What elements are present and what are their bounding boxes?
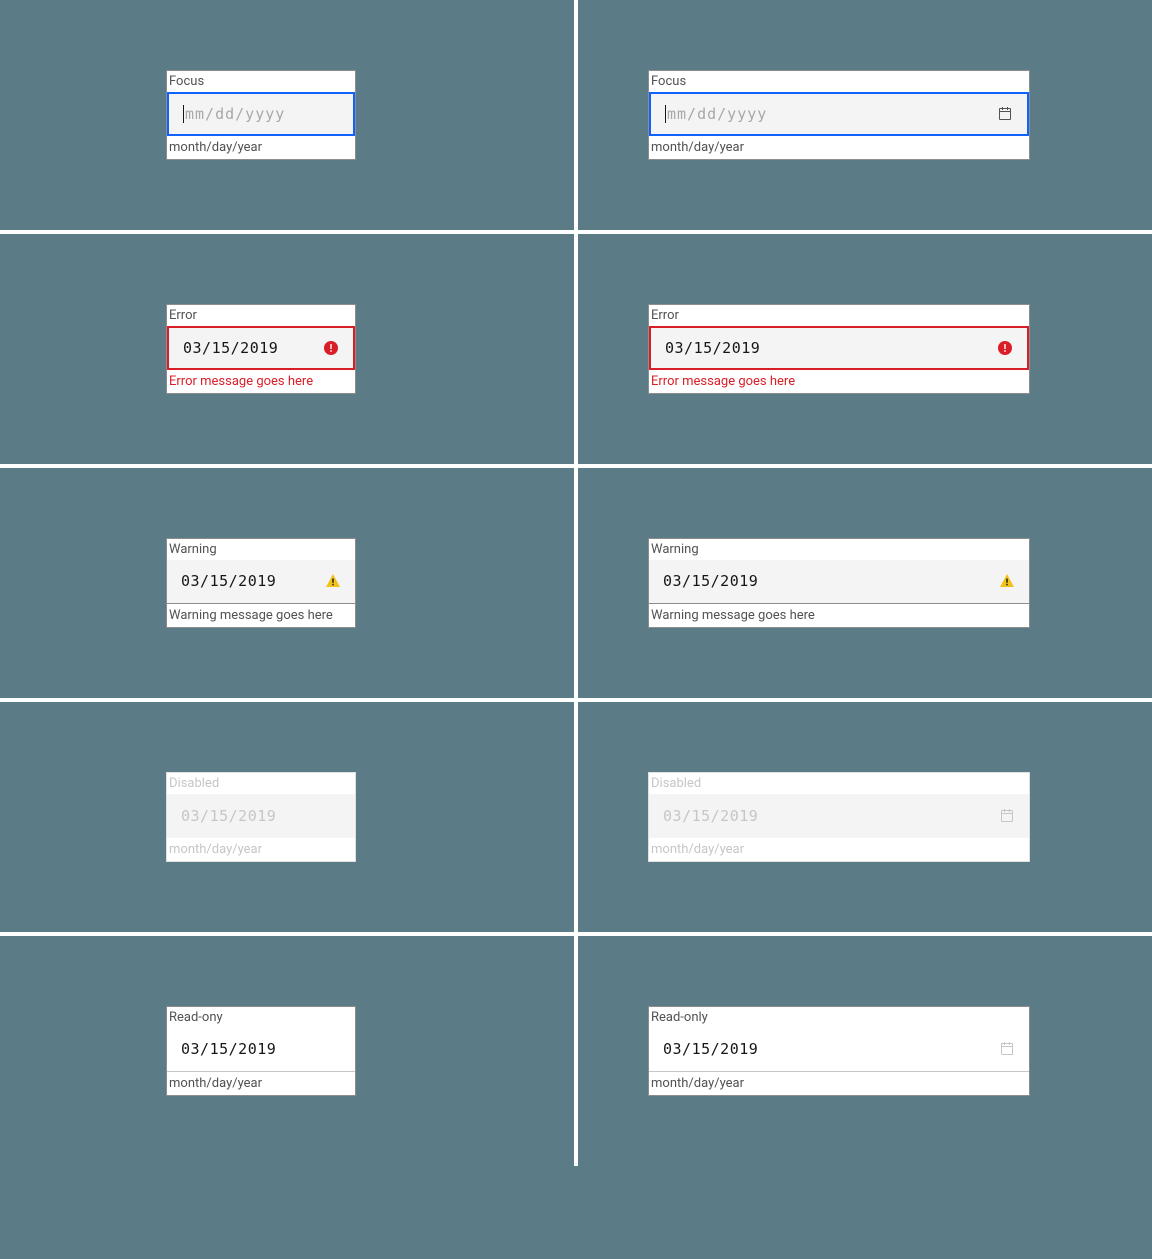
date-input-warning-narrow: Warning 03/15/2019 Warning message goes … <box>166 538 356 629</box>
calendar-icon <box>999 1041 1015 1057</box>
field-label: Read-ony <box>167 1007 355 1028</box>
date-input[interactable]: 03/15/2019 <box>167 326 355 370</box>
field-label: Warning <box>167 539 355 560</box>
field-label: Error <box>167 305 355 326</box>
date-input-readonly-wide: Read-only 03/15/2019 month/day/year <box>648 1006 1030 1097</box>
date-input[interactable]: mm/dd/yyyy <box>649 92 1029 136</box>
input-value: 03/15/2019 <box>663 807 989 825</box>
cell-warning-wide: Warning 03/15/2019 Warning message goes … <box>578 468 1152 698</box>
field-label: Focus <box>649 71 1029 92</box>
helper-text: month/day/year <box>649 136 1029 160</box>
error-message: Error message goes here <box>167 370 355 394</box>
helper-text: month/day/year <box>167 1072 355 1096</box>
date-input-error-narrow: Error 03/15/2019 Error message goes here <box>166 304 356 395</box>
field-label: Focus <box>167 71 355 92</box>
field-label: Warning <box>649 539 1029 560</box>
helper-text: month/day/year <box>167 838 355 862</box>
error-filled-icon <box>997 340 1013 356</box>
input-value: 03/15/2019 <box>663 1040 989 1058</box>
states-grid: Focus mm/dd/yyyy month/day/year Focus mm… <box>0 0 1152 1166</box>
helper-text: month/day/year <box>649 1072 1029 1096</box>
cell-disabled-wide: Disabled 03/15/2019 month/day/year <box>578 702 1152 932</box>
error-filled-icon <box>323 340 339 356</box>
date-input-focus-wide: Focus mm/dd/yyyy month/day/year <box>648 70 1030 161</box>
cell-focus-wide: Focus mm/dd/yyyy month/day/year <box>578 0 1152 230</box>
date-input[interactable]: 03/15/2019 <box>167 560 355 604</box>
input-value: 03/15/2019 <box>665 339 987 357</box>
warning-message: Warning message goes here <box>649 604 1029 628</box>
warning-message: Warning message goes here <box>167 604 355 628</box>
error-message: Error message goes here <box>649 370 1029 394</box>
date-input-readonly-narrow: Read-ony 03/15/2019 month/day/year <box>166 1006 356 1097</box>
cell-readonly-wide: Read-only 03/15/2019 month/day/year <box>578 936 1152 1166</box>
cell-error-narrow: Error 03/15/2019 Error message goes here <box>0 234 574 464</box>
input-placeholder: mm/dd/yyyy <box>183 105 339 124</box>
calendar-icon[interactable] <box>997 106 1013 122</box>
date-input[interactable]: 03/15/2019 <box>649 560 1029 604</box>
cell-disabled-narrow: Disabled 03/15/2019 month/day/year <box>0 702 574 932</box>
date-input: 03/15/2019 <box>167 1028 355 1072</box>
field-label: Disabled <box>649 773 1029 794</box>
date-input: 03/15/2019 <box>649 794 1029 838</box>
input-value: 03/15/2019 <box>183 339 313 357</box>
cell-readonly-narrow: Read-ony 03/15/2019 month/day/year <box>0 936 574 1166</box>
date-input-warning-wide: Warning 03/15/2019 Warning message goes … <box>648 538 1030 629</box>
date-input-disabled-narrow: Disabled 03/15/2019 month/day/year <box>166 772 356 863</box>
cell-focus-narrow: Focus mm/dd/yyyy month/day/year <box>0 0 574 230</box>
helper-text: month/day/year <box>167 136 355 160</box>
input-value: 03/15/2019 <box>663 572 989 590</box>
field-label: Disabled <box>167 773 355 794</box>
cell-warning-narrow: Warning 03/15/2019 Warning message goes … <box>0 468 574 698</box>
field-label: Read-only <box>649 1007 1029 1028</box>
cell-error-wide: Error 03/15/2019 Error message goes here <box>578 234 1152 464</box>
date-input[interactable]: 03/15/2019 <box>649 326 1029 370</box>
calendar-icon <box>999 808 1015 824</box>
date-input[interactable]: mm/dd/yyyy <box>167 92 355 136</box>
date-input: 03/15/2019 <box>167 794 355 838</box>
input-value: 03/15/2019 <box>181 807 341 825</box>
date-input-error-wide: Error 03/15/2019 Error message goes here <box>648 304 1030 395</box>
date-input-focus-narrow: Focus mm/dd/yyyy month/day/year <box>166 70 356 161</box>
field-label: Error <box>649 305 1029 326</box>
helper-text: month/day/year <box>649 838 1029 862</box>
warning-filled-icon <box>999 573 1015 589</box>
input-value: 03/15/2019 <box>181 572 315 590</box>
input-value: 03/15/2019 <box>181 1040 341 1058</box>
date-input: 03/15/2019 <box>649 1028 1029 1072</box>
warning-filled-icon <box>325 573 341 589</box>
date-input-disabled-wide: Disabled 03/15/2019 month/day/year <box>648 772 1030 863</box>
input-placeholder: mm/dd/yyyy <box>665 105 987 124</box>
